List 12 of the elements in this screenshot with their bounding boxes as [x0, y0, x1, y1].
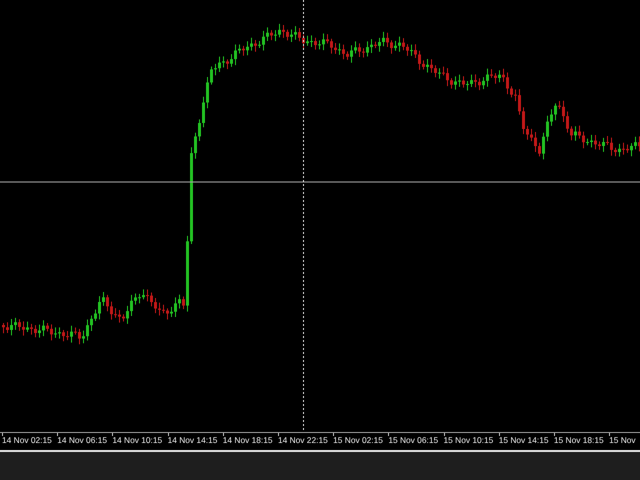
time-axis-label: 14 Nov 06:15 [57, 433, 112, 449]
time-axis-label: 15 Nov 14:15 [498, 433, 554, 449]
time-axis-label: 14 Nov 22:15 [278, 433, 334, 449]
time-axis-label: 15 Nov 18:15 [554, 433, 610, 449]
time-axis-label: 14 Nov 14:15 [168, 433, 223, 449]
time-axis-label: 14 Nov 10:15 [112, 433, 168, 449]
time-axis-label: 15 Nov [609, 433, 640, 449]
time-axis-label: 15 Nov 02:15 [333, 433, 388, 449]
time-axis-label: 14 Nov 02:15 [2, 433, 58, 449]
time-axis-label: 15 Nov 06:15 [388, 433, 444, 449]
time-axis-label: 15 Nov 10:15 [444, 433, 499, 449]
time-axis-label: 14 Nov 18:15 [222, 433, 278, 449]
